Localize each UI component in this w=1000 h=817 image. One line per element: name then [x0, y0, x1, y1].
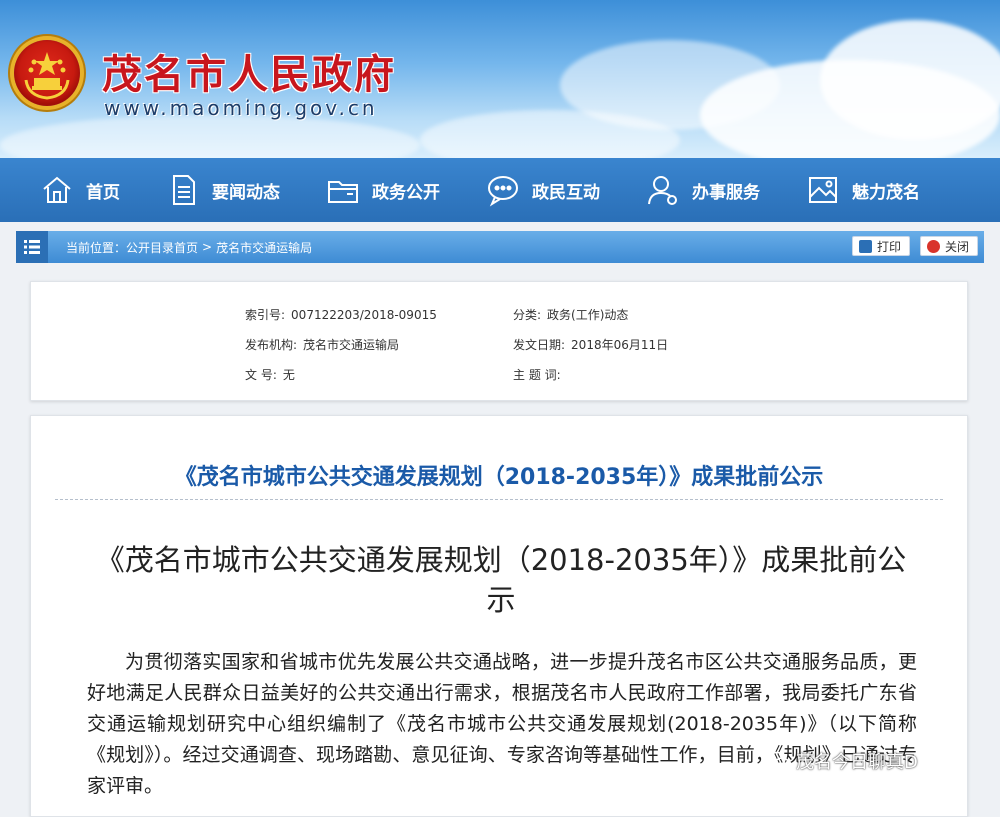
nav-item-label: 办事服务	[692, 182, 760, 203]
meta-index-label: 索引号:	[245, 308, 286, 322]
landscape-icon	[809, 177, 837, 203]
banner-cloud	[820, 20, 1000, 140]
close-button[interactable]: 关闭	[920, 236, 978, 256]
close-icon	[927, 239, 940, 253]
print-button[interactable]: 打印	[852, 236, 910, 256]
nav-item-home[interactable]: 首页	[40, 173, 120, 207]
close-label: 关闭	[945, 239, 970, 254]
meta-index-value: 007122203/2018-09015	[291, 308, 437, 322]
nav-item-charm[interactable]: 魅力茂名	[806, 173, 920, 207]
article-heading: 《茂名市城市公共交通发展规划（2018-2035年）》成果批前公示	[95, 543, 907, 617]
location-bar: 当前位置： 公开目录首页 > 茂名市交通运输局 打印 关闭	[16, 231, 984, 263]
nav-item-label: 政务公开	[372, 182, 440, 203]
wechat-icon	[768, 751, 790, 769]
list-icon	[16, 231, 48, 263]
user-service-icon	[648, 176, 677, 205]
nav-item-services[interactable]: 办事服务	[646, 173, 760, 207]
breadcrumb-link-catalog[interactable]: 公开目录首页	[126, 239, 198, 256]
meta-date-value: 2018年06月11日	[571, 338, 669, 352]
breadcrumb-separator: >	[202, 240, 213, 254]
nav-item-label: 政民互动	[532, 182, 600, 203]
nav-item-gov-affairs[interactable]: 政务公开	[326, 173, 440, 207]
meta-keywords-label: 主 题 词:	[513, 368, 561, 382]
meta-docno: 文 号: 无	[245, 366, 295, 383]
article-title: 《茂名市城市公共交通发展规划（2018-2035年）》成果批前公示	[174, 465, 824, 490]
print-label: 打印	[877, 239, 902, 254]
home-icon	[43, 176, 71, 203]
nav-item-label: 魅力茂名	[852, 182, 920, 203]
meta-publisher-value: 茂名市交通运输局	[303, 338, 400, 352]
watermark: 茂名今日聊真D	[768, 748, 918, 774]
site-title: 茂名市人民政府	[102, 51, 396, 98]
nav-item-label: 要闻动态	[212, 182, 280, 203]
meta-publisher-label: 发布机构:	[245, 338, 298, 352]
meta-category-value: 政务(工作)动态	[547, 308, 629, 322]
meta-index: 索引号: 007122203/2018-09015	[245, 306, 437, 323]
site-url: www.maoming.gov.cn	[104, 96, 378, 120]
site-banner: 茂名市人民政府 www.maoming.gov.cn	[0, 0, 1000, 158]
breadcrumb-link-bureau[interactable]: 茂名市交通运输局	[216, 239, 312, 256]
document-icon	[173, 175, 195, 205]
nav-item-label: 首页	[86, 182, 120, 203]
meta-keywords: 主 题 词:	[513, 366, 567, 383]
national-emblem-icon	[14, 40, 80, 106]
meta-docno-value: 无	[282, 368, 295, 382]
nav-item-interaction[interactable]: 政民互动	[486, 173, 600, 207]
document-meta: 索引号: 007122203/2018-09015 分类: 政务(工作)动态 发布机…	[30, 281, 968, 401]
meta-category: 分类: 政务(工作)动态	[513, 306, 628, 323]
article-body: 为贯彻落实国家和省城市优先发展公共交通战略，进一步提升茂名市区公共交通服务品质，…	[87, 651, 917, 797]
nav-item-news[interactable]: 要闻动态	[166, 173, 280, 207]
title-divider	[55, 499, 943, 500]
meta-date: 发文日期: 2018年06月11日	[513, 336, 668, 353]
printer-icon	[859, 239, 872, 253]
folder-icon	[328, 181, 358, 203]
chat-icon	[488, 176, 518, 207]
meta-date-label: 发文日期:	[513, 338, 566, 352]
meta-docno-label: 文 号:	[245, 368, 277, 382]
watermark-text: 茂名今日聊真D	[796, 752, 918, 773]
main-nav: 首页 要闻动态 政务公开 政民互动 办事服务 魅力茂名	[0, 158, 1000, 222]
breadcrumb-label: 当前位置：	[66, 240, 127, 255]
meta-category-label: 分类:	[513, 308, 542, 322]
meta-publisher: 发布机构: 茂名市交通运输局	[245, 336, 399, 353]
banner-cloud	[0, 115, 420, 158]
